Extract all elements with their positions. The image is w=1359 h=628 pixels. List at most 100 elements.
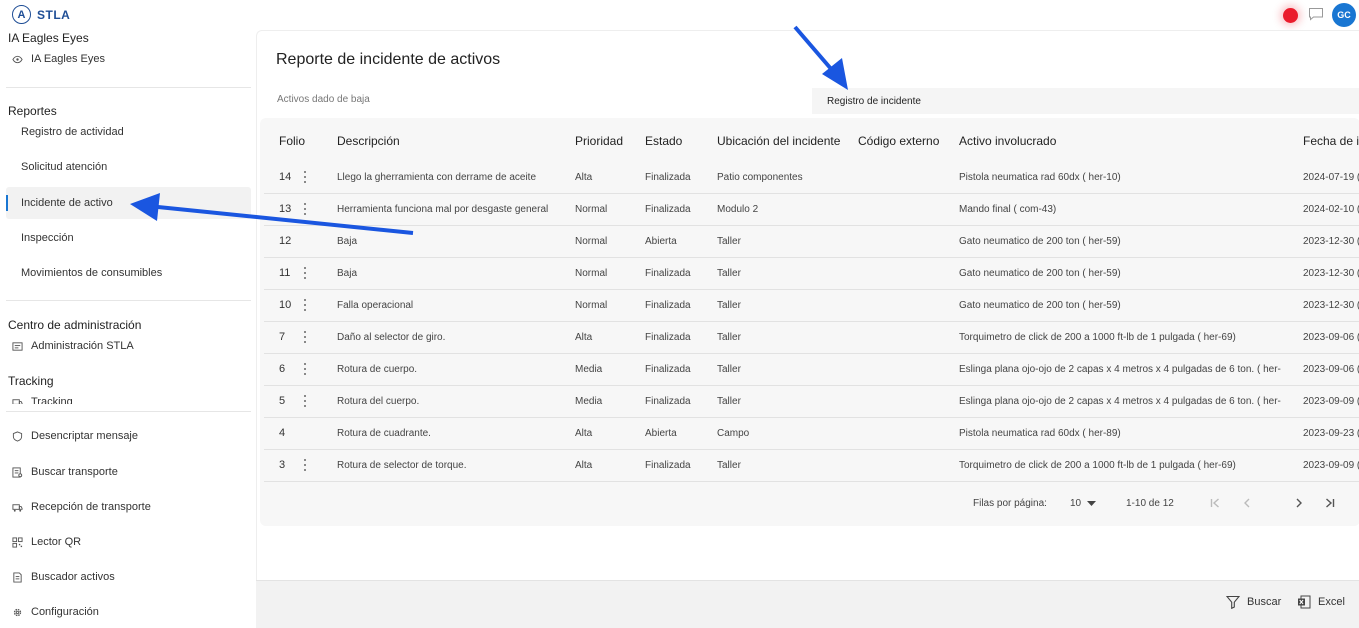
cell-folio: 4 — [279, 427, 286, 439]
admin-panel-icon — [12, 341, 23, 351]
column-header-codigo-externo[interactable]: Código externo — [858, 134, 939, 148]
user-avatar[interactable]: GC — [1332, 3, 1356, 27]
last-page-button[interactable] — [1322, 495, 1338, 511]
cell-prioridad: Normal — [575, 268, 608, 279]
cell-activo: Pistola neumatica rad 60dx ( her-89) — [959, 428, 1121, 439]
row-menu-icon[interactable] — [303, 363, 307, 375]
sidebar-tool-buscar-transporte[interactable]: Buscar transporte — [12, 466, 118, 478]
rows-per-page-select[interactable]: 10 — [1070, 498, 1097, 509]
cell-descripcion: Daño al selector de giro. — [337, 332, 446, 343]
cell-fecha: 2023-12-30 ( — [1303, 300, 1359, 311]
column-header-activo[interactable]: Activo involucrado — [959, 134, 1056, 148]
table-row[interactable]: 14 Llego la gherramienta con derrame de a… — [264, 162, 1359, 194]
cell-descripcion: Herramienta funciona mal por desgaste ge… — [337, 204, 549, 215]
column-header-estado[interactable]: Estado — [645, 134, 682, 148]
sidebar-tool-buscador-activos[interactable]: Buscador activos — [12, 571, 115, 583]
truck-icon — [12, 503, 23, 512]
row-menu-icon[interactable] — [303, 203, 307, 215]
row-menu-icon[interactable] — [303, 395, 307, 407]
sidebar: IA Eagles Eyes IA Eagles Eyes Reportes R… — [0, 30, 256, 628]
excel-button[interactable]: Excel — [1297, 595, 1345, 609]
filter-icon — [1226, 595, 1240, 609]
column-header-fecha[interactable]: Fecha de i — [1303, 134, 1359, 148]
sidebar-item-ia-eagles-eyes[interactable]: IA Eagles Eyes — [12, 53, 105, 65]
cell-estado: Finalizada — [645, 332, 691, 343]
sidebar-item-tracking[interactable]: Tracking — [12, 396, 73, 404]
search-button[interactable]: Buscar — [1226, 595, 1281, 609]
cell-activo: Torquimetro de click de 200 a 1000 ft-lb… — [959, 460, 1236, 471]
next-page-button[interactable] — [1291, 495, 1307, 511]
cell-folio: 11 — [279, 267, 291, 279]
cell-folio: 10 — [279, 299, 292, 311]
cell-activo: Gato neumatico de 200 ton ( her-59) — [959, 268, 1121, 279]
cell-prioridad: Normal — [575, 236, 608, 247]
first-page-button[interactable] — [1207, 495, 1223, 511]
cell-activo: Mando final ( com-43) — [959, 204, 1057, 215]
logo-icon: A — [12, 5, 31, 24]
column-header-descripcion[interactable]: Descripción — [337, 134, 400, 148]
cell-estado: Finalizada — [645, 204, 691, 215]
sidebar-item-inspeccion[interactable]: Inspección — [6, 222, 251, 254]
sidebar-tool-configuracion[interactable]: Configuración — [12, 606, 99, 618]
sidebar-tool-label: Buscador activos — [31, 571, 115, 583]
table-row[interactable]: 12 Baja Normal Abierta Taller Gato neumatico … — [264, 226, 1359, 258]
sidebar-tool-label: Buscar transporte — [31, 466, 118, 478]
cell-ubicacion: Taller — [717, 364, 741, 375]
sidebar-tool-recepcion-transporte[interactable]: Recepción de transporte — [12, 501, 151, 513]
sidebar-tool-lector-qr[interactable]: Lector QR — [12, 536, 81, 548]
shield-icon — [12, 430, 23, 442]
pagination: Filas por página: 10 1-10 de 12 — [260, 488, 1359, 518]
chevron-right-icon — [1296, 498, 1302, 508]
cell-estado: Finalizada — [645, 396, 691, 407]
first-page-icon — [1210, 498, 1219, 508]
sidebar-item-label: Administración STLA — [31, 340, 134, 352]
cell-fecha: 2023-09-06 ( — [1303, 364, 1359, 375]
chat-icon[interactable] — [1308, 7, 1324, 21]
table-row[interactable]: 7 Daño al selector de giro. Alta Finalizada… — [264, 322, 1359, 354]
cell-fecha: 2023-09-23 ( — [1303, 428, 1359, 439]
cell-descripcion: Falla operacional — [337, 300, 414, 311]
cell-folio: 13 — [279, 203, 292, 215]
column-header-prioridad[interactable]: Prioridad — [575, 134, 623, 148]
tab-activos-baja[interactable]: Activos dado de baja — [277, 94, 370, 105]
column-header-ubicacion[interactable]: Ubicación del incidente — [717, 134, 840, 148]
table-row[interactable]: 6 Rotura de cuerpo. Media Finalizada Taller E… — [264, 354, 1359, 386]
gear-icon — [13, 608, 22, 616]
sidebar-tool-desencriptar[interactable]: Desencriptar mensaje — [12, 430, 138, 442]
sidebar-item-incidente-activo[interactable]: Incidente de activo — [6, 187, 251, 219]
cell-estado: Abierta — [645, 236, 677, 247]
row-menu-icon[interactable] — [303, 459, 307, 471]
divider — [6, 87, 251, 88]
sidebar-item-administracion[interactable]: Administración STLA — [12, 340, 134, 352]
row-menu-icon[interactable] — [303, 171, 307, 183]
section-title-admin: Centro de administración — [8, 318, 142, 332]
top-bar: A STLA GC — [0, 0, 1359, 30]
pagination-range: 1-10 de 12 — [1126, 498, 1174, 509]
table-row[interactable]: 10 Falla operacional Normal Finalizada Talle… — [264, 290, 1359, 322]
row-menu-icon[interactable] — [303, 299, 307, 311]
cell-folio: 6 — [279, 363, 286, 375]
table-row[interactable]: 13 Herramienta funciona mal por desgaste … — [264, 194, 1359, 226]
sidebar-item-solicitud-atencion[interactable]: Solicitud atención — [6, 151, 251, 183]
sidebar-item-movimientos-consumibles[interactable]: Movimientos de consumibles — [6, 257, 251, 289]
cell-activo: Gato neumatico de 200 ton ( her-59) — [959, 236, 1121, 247]
tab-registro-incidente[interactable]: Registro de incidente — [812, 88, 1359, 114]
rows-per-page-label: Filas por página: — [973, 498, 1047, 509]
sidebar-item-registro-actividad[interactable]: Registro de actividad — [6, 116, 251, 148]
column-header-folio[interactable]: Folio — [279, 134, 305, 148]
table-row[interactable]: 4 Rotura de cuadrante. Alta Abierta Campo Pis… — [264, 418, 1359, 450]
cell-descripcion: Rotura de cuerpo. — [337, 364, 418, 375]
cell-estado: Finalizada — [645, 300, 691, 311]
recording-indicator-icon[interactable] — [1283, 8, 1298, 23]
app-root: A STLA GC IA Eagles Eyes IA Eagles Eyes … — [0, 0, 1359, 628]
sidebar-tool-label: Desencriptar mensaje — [31, 430, 138, 442]
table-row[interactable]: 3 Rotura de selector de torque. Alta Finali… — [264, 450, 1359, 482]
table-row[interactable]: 5 Rotura del cuerpo. Media Finalizada Taller… — [264, 386, 1359, 418]
app-logo[interactable]: A STLA — [12, 5, 70, 24]
cell-activo: Gato neumatico de 200 ton ( her-59) — [959, 300, 1121, 311]
cell-descripcion: Baja — [337, 268, 358, 279]
row-menu-icon[interactable] — [303, 331, 307, 343]
previous-page-button[interactable] — [1239, 495, 1255, 511]
table-row[interactable]: 11 Baja Normal Finalizada Taller Gato neumati… — [264, 258, 1359, 290]
row-menu-icon[interactable] — [303, 267, 307, 279]
